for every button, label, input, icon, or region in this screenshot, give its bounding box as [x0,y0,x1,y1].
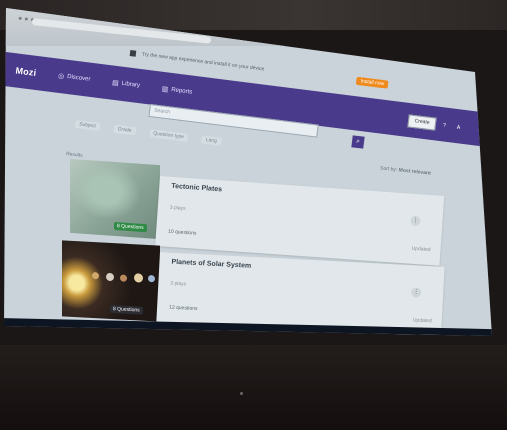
sort-label: Sort by: [379,165,398,174]
more-options-icon[interactable]: ⋮ [410,287,422,298]
filter-subject[interactable]: Subject [74,119,101,131]
quiz-title[interactable]: Tectonic Plates [171,183,222,194]
sort-dropdown[interactable]: Sort by: Most relevant [380,165,431,176]
help-icon[interactable]: ? [440,122,449,131]
filter-language[interactable]: Lang [201,135,222,146]
question-count-badge: 8 Questions [114,221,147,233]
quiz-card[interactable]: Tectonic Plates 3 plays ⋮ 10 questions U… [155,176,445,266]
store-icon[interactable] [85,329,95,336]
nav-reports-label: Reports [170,87,193,96]
planet-icon [92,272,99,280]
room-detail [240,392,243,395]
quiz-thumbnail[interactable]: 8 Questions [70,158,160,240]
quiz-plays: 3 plays [169,204,186,212]
quiz-questions: 10 questions [167,228,197,237]
room-floor [0,345,507,430]
projected-screen: ● ● ● Try the new app experience and ins… [4,8,492,336]
quiz-questions: 12 questions [168,304,198,313]
start-icon[interactable] [9,327,19,336]
nav-reports[interactable]: ▥ Reports [161,85,192,97]
planet-icon [106,272,114,282]
chart-icon: ▥ [161,85,169,94]
search-icon[interactable]: ⌕ [351,135,365,149]
install-button[interactable]: Install now [356,76,389,89]
planet-icon [148,274,155,283]
book-icon: ▤ [111,79,120,88]
task-view-icon[interactable] [47,328,57,336]
quiz-updated: Updated [411,245,431,254]
browser-icon[interactable] [122,329,134,336]
search-icon[interactable] [28,328,38,336]
nav-discover[interactable]: ◎ Discover [58,72,91,84]
quiz-plays: 3 plays [170,280,187,288]
mail-icon[interactable] [104,329,114,336]
info-icon [129,50,137,57]
filter-grade[interactable]: Grade [113,124,136,136]
app-logo[interactable]: Mozi [15,65,37,78]
nav-library-label: Library [121,80,141,90]
quiz-updated: Updated [412,317,432,325]
sort-value: Most relevant [398,167,432,177]
quiz-title[interactable]: Planets of Solar System [171,259,251,270]
quiz-thumbnail[interactable]: 8 Questions [62,240,160,322]
filter-question-type[interactable]: Question type [148,129,189,142]
question-count-badge: 8 Questions [110,304,143,315]
file-explorer-icon[interactable] [66,329,76,336]
nav-library[interactable]: ▤ Library [112,79,141,90]
notification-text: Try the new app experience and install i… [141,51,265,73]
compass-icon: ◎ [57,72,65,81]
avatar[interactable]: A [454,124,463,133]
more-options-icon[interactable]: ⋮ [410,215,421,227]
planet-icon [120,274,127,282]
results-label: Results [65,151,83,159]
nav-discover-label: Discover [66,73,91,83]
planet-icon [134,273,143,283]
